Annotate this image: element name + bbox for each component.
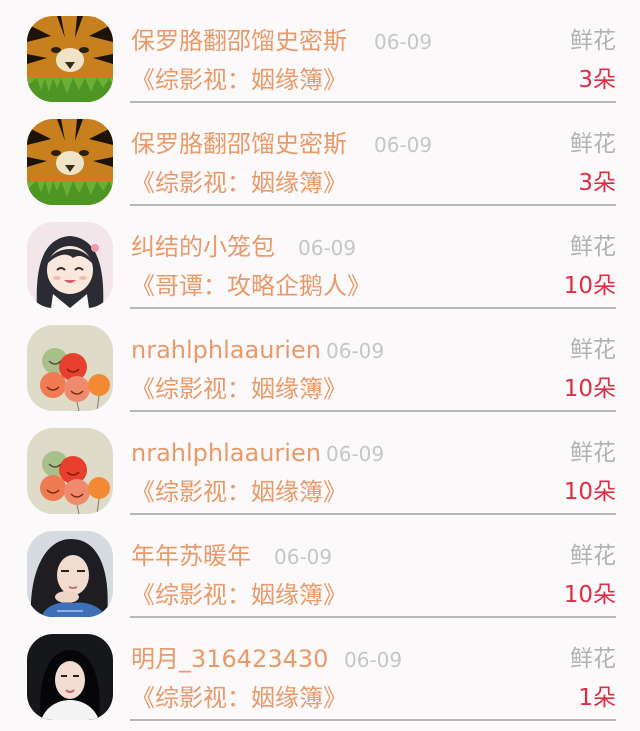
balloons-icon <box>27 325 113 411</box>
woman-portrait-avatar[interactable] <box>27 531 113 617</box>
flower-count: 10朵 <box>563 582 616 608</box>
flower-count: 10朵 <box>563 479 616 505</box>
date-label: 06-09 <box>326 442 385 466</box>
tiger-avatar[interactable] <box>27 119 113 205</box>
gift-type-label: 鲜花 <box>570 337 616 363</box>
gift-type-label: 鲜花 <box>570 234 616 260</box>
woman-portrait-icon <box>27 531 113 617</box>
list-item[interactable]: nrahlphlaaurien 06-09 鲜花 《综影视：姻缘簿》 10朵 <box>0 309 640 412</box>
tiger-avatar[interactable] <box>27 16 113 102</box>
username[interactable]: 纠结的小笼包 <box>131 231 275 263</box>
list-item[interactable]: 保罗胳翻邵馏史密斯 06-09 鲜花 《综影视：姻缘簿》 3朵 <box>0 0 640 103</box>
balloons-icon <box>27 428 113 514</box>
date-label: 06-09 <box>274 545 333 569</box>
gift-type-label: 鲜花 <box>570 131 616 157</box>
book-title[interactable]: 《综影视：姻缘簿》 <box>131 167 347 199</box>
book-title[interactable]: 《综影视：姻缘簿》 <box>131 682 347 714</box>
book-title[interactable]: 《哥谭：攻略企鹅人》 <box>131 270 371 302</box>
flower-count: 10朵 <box>563 376 616 402</box>
username[interactable]: 保罗胳翻邵馏史密斯 <box>131 128 347 160</box>
flower-count: 3朵 <box>578 170 616 196</box>
list-item[interactable]: 保罗胳翻邵馏史密斯 06-09 鲜花 《综影视：姻缘簿》 3朵 <box>0 103 640 206</box>
balloons-avatar[interactable] <box>27 428 113 514</box>
anime-girl-icon <box>27 222 113 308</box>
username[interactable]: nrahlphlaaurien <box>131 437 321 469</box>
username[interactable]: 明月_316423430 <box>131 643 328 675</box>
list-item[interactable]: 年年苏暖年 06-09 鲜花 《综影视：姻缘簿》 10朵 <box>0 515 640 618</box>
username[interactable]: 保罗胳翻邵馏史密斯 <box>131 25 347 57</box>
flower-count: 3朵 <box>578 67 616 93</box>
book-title[interactable]: 《综影视：姻缘簿》 <box>131 64 347 96</box>
girl-portrait-icon <box>27 634 113 720</box>
date-label: 06-09 <box>326 339 385 363</box>
date-label: 06-09 <box>374 30 433 54</box>
gift-type-label: 鲜花 <box>570 646 616 672</box>
book-title[interactable]: 《综影视：姻缘簿》 <box>131 373 347 405</box>
date-label: 06-09 <box>374 133 433 157</box>
date-label: 06-09 <box>344 648 403 672</box>
tiger-icon <box>27 119 113 205</box>
date-label: 06-09 <box>298 236 357 260</box>
girl-portrait-avatar[interactable] <box>27 634 113 720</box>
gift-type-label: 鲜花 <box>570 543 616 569</box>
balloons-avatar[interactable] <box>27 325 113 411</box>
gift-type-label: 鲜花 <box>570 28 616 54</box>
flower-count: 1朵 <box>578 685 616 711</box>
username[interactable]: 年年苏暖年 <box>131 540 251 572</box>
list-item[interactable]: nrahlphlaaurien 06-09 鲜花 《综影视：姻缘簿》 10朵 <box>0 412 640 515</box>
list-item[interactable]: 明月_316423430 06-09 鲜花 《综影视：姻缘簿》 1朵 <box>0 618 640 721</box>
anime-girl-avatar[interactable] <box>27 222 113 308</box>
flower-count: 10朵 <box>563 273 616 299</box>
book-title[interactable]: 《综影视：姻缘簿》 <box>131 476 347 508</box>
gift-record-list: 保罗胳翻邵馏史密斯 06-09 鲜花 《综影视：姻缘簿》 3朵 保罗胳翻邵馏史密… <box>0 0 640 731</box>
book-title[interactable]: 《综影视：姻缘簿》 <box>131 579 347 611</box>
tiger-icon <box>27 16 113 102</box>
list-item[interactable]: 纠结的小笼包 06-09 鲜花 《哥谭：攻略企鹅人》 10朵 <box>0 206 640 309</box>
username[interactable]: nrahlphlaaurien <box>131 334 321 366</box>
gift-type-label: 鲜花 <box>570 440 616 466</box>
divider <box>130 719 616 721</box>
